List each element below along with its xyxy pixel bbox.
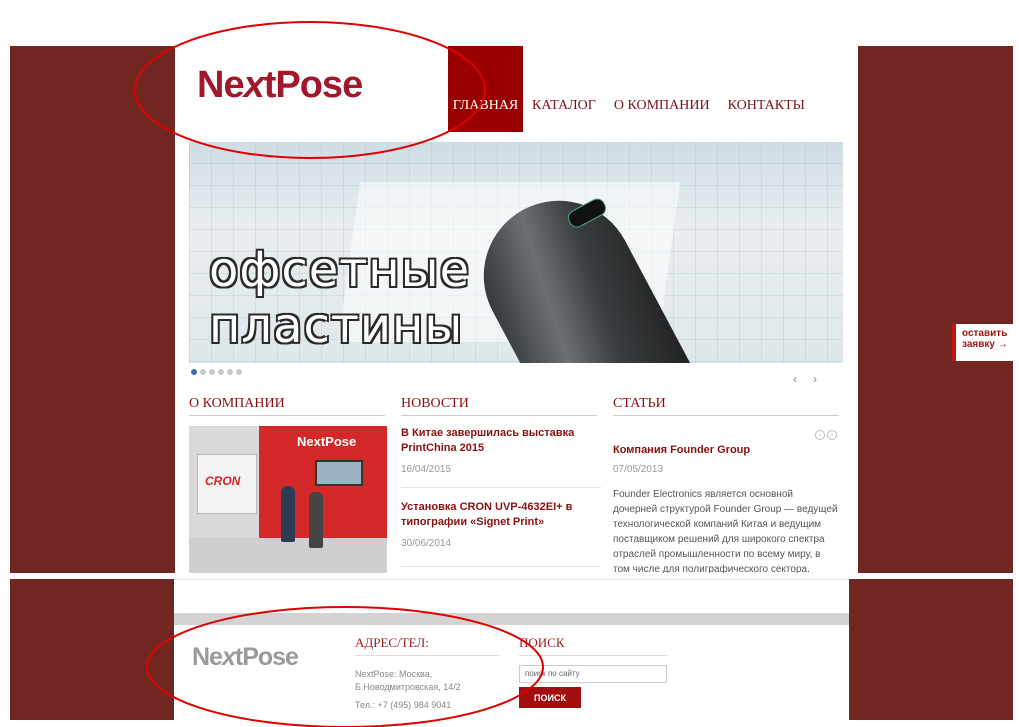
phone-text: Тел.: +7 (495) 984 9041 (355, 700, 452, 710)
nav-item-about[interactable]: О КОМПАНИИ (605, 46, 719, 132)
news-divider (401, 487, 601, 488)
footer-band (174, 613, 849, 625)
news-date: 16/04/2015 (401, 464, 452, 475)
photo-floor (189, 538, 387, 573)
hero-slider[interactable]: NC офсетные пластины (189, 142, 843, 363)
article-date: 07/05/2013 (613, 464, 664, 475)
photo-person (281, 486, 295, 542)
section-title-news[interactable]: НОВОСТИ (401, 396, 597, 416)
footer-logo-text-end: tPose (234, 643, 299, 671)
site-logo[interactable]: NextPose (197, 64, 363, 107)
article-next-icon[interactable]: › (827, 430, 837, 440)
footer: NextPose АДРЕС/ТЕЛ: NextPose: Москва, Б.… (174, 579, 849, 720)
footer-divider (174, 579, 849, 580)
leave-request-button[interactable]: оставить заявку → (952, 324, 1019, 361)
search-heading: ПОИСК (519, 635, 667, 656)
news-title-link[interactable]: В Китае завершилась выставка PrintChina … (401, 426, 601, 456)
main-nav: ГЛАВНАЯ КАТАЛОГ О КОМПАНИИ КОНТАКТЫ (448, 46, 814, 132)
slider-dot[interactable] (209, 369, 215, 375)
search-button[interactable]: ПОИСК (519, 687, 581, 708)
nav-item-home[interactable]: ГЛАВНАЯ (448, 46, 523, 132)
news-item: Установка CRON UVP-4632EI+ в типографии … (401, 500, 601, 549)
photo-cron-logo: CRON (205, 474, 241, 488)
footer-screenshot: NextPose АДРЕС/ТЕЛ: NextPose: Москва, Б.… (10, 579, 1013, 720)
slider-arrows: ‹ › (793, 372, 817, 386)
article-body: Founder Electronics является основной до… (613, 489, 838, 573)
logo-text-x: x (243, 64, 265, 106)
slider-next-icon[interactable]: › (813, 372, 817, 386)
footer-logo[interactable]: NextPose (192, 643, 299, 672)
footer-logo-text-x: x (221, 643, 236, 671)
slider-dot[interactable] (227, 369, 233, 375)
leave-request-label-line2: заявку → (962, 339, 1008, 350)
photo-booth-logo: NextPose (297, 434, 357, 449)
slider-caption-line1: офсетные (209, 242, 471, 298)
news-item: В Китае завершилась выставка PrintChina … (401, 426, 601, 475)
photo-screen (315, 460, 363, 486)
news-title-link[interactable]: Установка CRON UVP-4632EI+ в типографии … (401, 500, 601, 530)
slider-dot[interactable] (200, 369, 206, 375)
slider-pagination (191, 369, 242, 375)
article-prev-icon[interactable]: ‹ (815, 430, 825, 440)
slider-dot[interactable] (236, 369, 242, 375)
article-nav: ‹ › (815, 430, 837, 440)
section-title-articles[interactable]: СТАТЬИ (613, 396, 839, 416)
address-line: NextPose: Москва, (355, 669, 433, 679)
slider-dot[interactable] (191, 369, 197, 375)
homepage-screenshot: NextPose ГЛАВНАЯ КАТАЛОГ О КОМПАНИИ КОНТ… (10, 46, 1013, 573)
logo-text-start: Ne (197, 64, 245, 106)
news-date: 30/06/2014 (401, 538, 452, 549)
slider-dot[interactable] (218, 369, 224, 375)
search-input[interactable]: поиск по сайту (519, 665, 667, 683)
article-title-link[interactable]: Компания Founder Group (613, 444, 839, 456)
news-divider (401, 566, 601, 567)
address-text: NextPose: Москва, Б.Новодмитровская, 14/… (355, 668, 505, 694)
slider-prev-icon[interactable]: ‹ (793, 372, 797, 386)
nav-item-catalog[interactable]: КАТАЛОГ (523, 46, 605, 132)
page-content: NextPose ГЛАВНАЯ КАТАЛОГ О КОМПАНИИ КОНТ… (175, 46, 858, 573)
slider-caption-line2: пластины (209, 298, 464, 354)
about-company-photo[interactable]: NextPose CRON (189, 426, 387, 573)
address-line: Б.Новодмитровская, 14/2 (355, 682, 461, 692)
section-title-about[interactable]: О КОМПАНИИ (189, 396, 385, 416)
nav-item-contacts[interactable]: КОНТАКТЫ (719, 46, 814, 132)
footer-logo-text-start: Ne (192, 643, 223, 671)
address-heading: АДРЕС/ТЕЛ: (355, 635, 499, 656)
leave-request-label-line1: оставить (962, 328, 1008, 339)
article-item: Компания Founder Group 07/05/2013 Founde… (613, 444, 839, 573)
logo-text-end: tPose (263, 64, 363, 106)
photo-person (309, 492, 323, 548)
